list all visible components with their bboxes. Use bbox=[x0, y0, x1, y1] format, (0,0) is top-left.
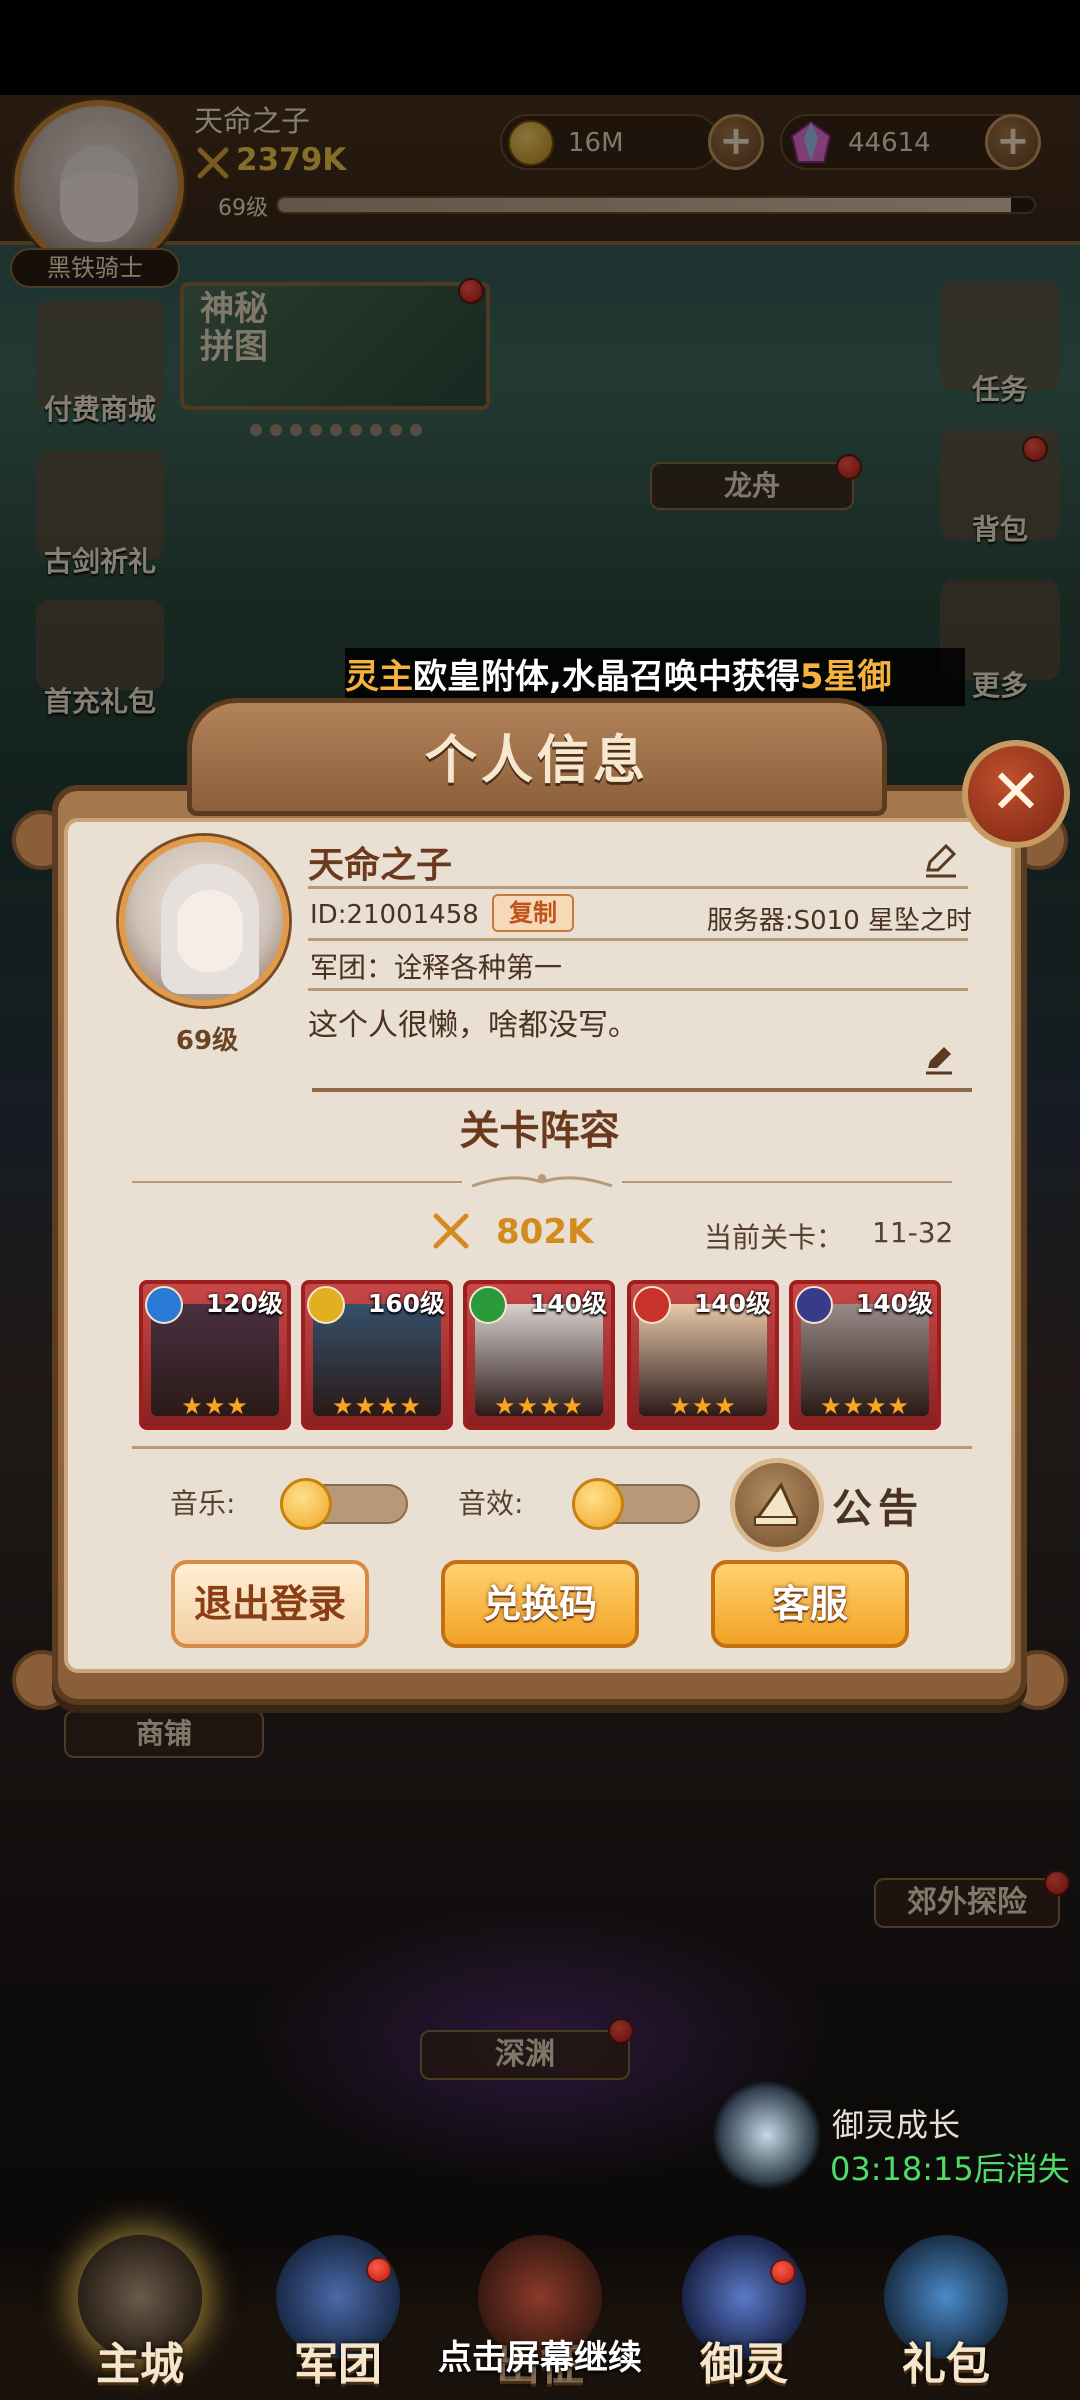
notice-label[interactable]: 公告 bbox=[832, 1476, 924, 1534]
hero-level: 160级 bbox=[367, 1289, 445, 1318]
element-icon bbox=[145, 1286, 183, 1324]
profile-signature: 这个人很懒，啥都没写。 bbox=[308, 1008, 638, 1043]
hero-stars: ★★★★ bbox=[819, 1392, 911, 1420]
customer-service-button[interactable]: 客服 bbox=[711, 1560, 909, 1648]
hero-card[interactable]: 140级 ★★★★ bbox=[463, 1280, 615, 1430]
growth-title: 御灵成长 bbox=[832, 2106, 961, 2144]
edit-signature-icon[interactable] bbox=[922, 1042, 956, 1076]
divider bbox=[312, 1088, 972, 1092]
lineup-title: 关卡阵容 bbox=[459, 1108, 620, 1154]
music-toggle[interactable] bbox=[280, 1478, 408, 1530]
profile-avatar[interactable] bbox=[119, 836, 289, 1006]
current-stage-label: 当前关卡： bbox=[704, 1221, 845, 1254]
element-icon bbox=[795, 1286, 833, 1324]
sfx-toggle-knob bbox=[572, 1478, 624, 1530]
profile-id: ID:21001458 bbox=[310, 900, 479, 930]
lineup-power-icon bbox=[433, 1213, 469, 1249]
divider bbox=[308, 988, 968, 991]
growth-timer: 03:18:15后消失 bbox=[830, 2150, 1070, 2188]
copy-id-button[interactable]: 复制 bbox=[492, 894, 574, 932]
divider bbox=[132, 1446, 972, 1449]
element-icon bbox=[307, 1286, 345, 1324]
element-icon bbox=[469, 1286, 507, 1324]
profile-server: 服务器:S010 星坠之时 bbox=[706, 906, 972, 936]
hero-level: 140级 bbox=[529, 1289, 607, 1318]
profile-dialog: 个人信息 ✕ 69级 天命之子 ID:21001458 复制 服务器:S010 … bbox=[12, 690, 1070, 1710]
hero-card[interactable]: 120级 ★★★ bbox=[139, 1280, 291, 1430]
profile-guild: 军团：诠释各种第一 bbox=[310, 951, 563, 984]
profile-level: 69级 bbox=[175, 1026, 239, 1056]
edit-name-icon[interactable] bbox=[920, 840, 960, 880]
tap-to-continue[interactable]: 点击屏幕继续 bbox=[0, 2330, 1080, 2379]
hero-level: 120级 bbox=[205, 1289, 283, 1318]
hero-level: 140级 bbox=[693, 1289, 771, 1318]
hero-stars: ★★★ bbox=[669, 1392, 737, 1420]
current-stage-value: 11-32 bbox=[872, 1216, 954, 1249]
hero-card[interactable]: 140级 ★★★ bbox=[627, 1280, 779, 1430]
legion-red-dot bbox=[366, 2257, 392, 2283]
music-toggle-knob bbox=[280, 1478, 332, 1530]
hero-stars: ★★★ bbox=[181, 1392, 249, 1420]
profile-name: 天命之子 bbox=[308, 845, 453, 886]
divider bbox=[308, 938, 968, 941]
growth-crystal-icon[interactable] bbox=[712, 2080, 822, 2190]
hero-card[interactable]: 160级 ★★★★ bbox=[301, 1280, 453, 1430]
spirits-red-dot bbox=[770, 2259, 796, 2285]
ornament-divider bbox=[132, 1174, 952, 1188]
hero-level: 140级 bbox=[855, 1289, 933, 1318]
hero-stars: ★★★★ bbox=[493, 1392, 585, 1420]
hero-stars: ★★★★ bbox=[331, 1392, 423, 1420]
dialog-title: 个人信息 bbox=[424, 731, 649, 791]
music-label: 音乐: bbox=[170, 1487, 236, 1520]
megaphone-icon[interactable] bbox=[730, 1458, 824, 1552]
redeem-code-button[interactable]: 兑换码 bbox=[441, 1560, 639, 1648]
sfx-toggle[interactable] bbox=[572, 1478, 700, 1530]
logout-button[interactable]: 退出登录 bbox=[171, 1560, 369, 1648]
element-icon bbox=[633, 1286, 671, 1324]
lineup-power: 802K bbox=[496, 1212, 594, 1252]
divider bbox=[308, 886, 968, 889]
hero-card[interactable]: 140级 ★★★★ bbox=[789, 1280, 941, 1430]
close-button[interactable]: ✕ bbox=[962, 740, 1070, 848]
sfx-label: 音效: bbox=[458, 1487, 524, 1520]
